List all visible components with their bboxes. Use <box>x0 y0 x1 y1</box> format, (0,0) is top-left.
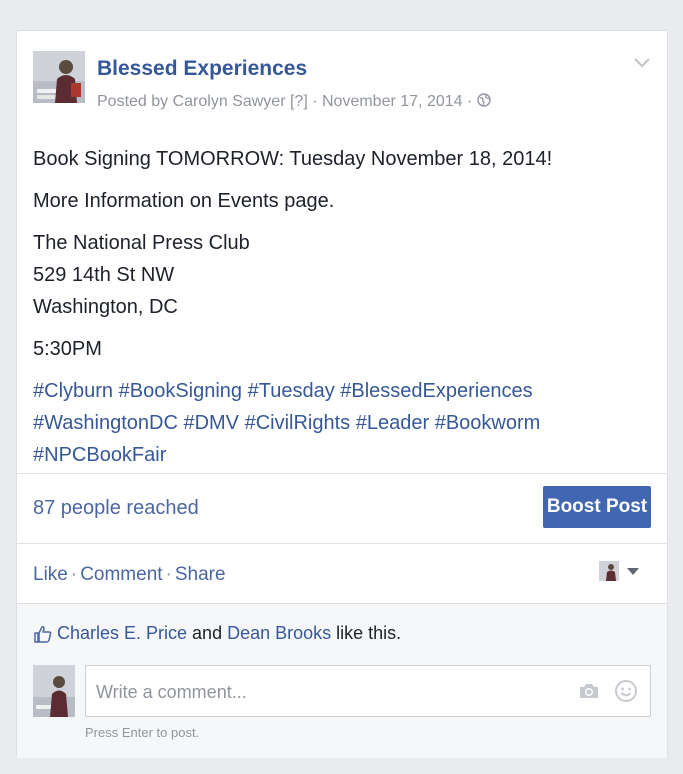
commenter-avatar <box>33 665 75 717</box>
chevron-down-icon[interactable] <box>633 57 651 69</box>
address-line: 529 14th St NW <box>33 264 175 286</box>
help-badge[interactable]: [?] <box>290 93 308 110</box>
hashtag-link[interactable]: #BlessedExperiences <box>340 380 532 402</box>
post-address: The National Press Club 529 14th St NW W… <box>33 227 653 323</box>
thumbs-up-icon <box>34 625 52 643</box>
hashtag-link[interactable]: #Bookworm <box>435 412 541 434</box>
hashtag-link[interactable]: #CivilRights <box>245 412 351 434</box>
page-name-link[interactable]: Blessed Experiences <box>97 57 307 81</box>
hashtag-link[interactable]: #WashingtonDC <box>33 412 178 434</box>
post-time: 5:30PM <box>33 338 102 360</box>
camera-icon[interactable] <box>578 680 600 702</box>
post-body: Book Signing TOMORROW: Tuesday November … <box>33 143 653 481</box>
post-card: Blessed Experiences Posted by Carolyn Sa… <box>16 30 668 758</box>
post-as-avatar <box>599 561 619 581</box>
hashtag-link[interactable]: #Leader <box>356 412 429 434</box>
caret-down-icon <box>627 567 639 575</box>
hashtag-link[interactable]: #DMV <box>183 412 239 434</box>
divider <box>17 603 667 604</box>
meta-separator: · <box>462 93 477 110</box>
share-link[interactable]: Share <box>175 564 226 585</box>
action-separator: · <box>165 564 172 585</box>
post-line: More Information on Events page. <box>33 190 335 212</box>
press-enter-hint: Press Enter to post. <box>85 725 200 740</box>
comments-section: Charles E. Price and Dean Brooks like th… <box>17 603 667 758</box>
page-avatar[interactable] <box>33 51 85 103</box>
top-strip <box>0 0 683 10</box>
post-date[interactable]: November 17, 2014 <box>322 93 463 110</box>
hashtag-link[interactable]: #NPCBookFair <box>33 444 166 466</box>
post-as-selector[interactable] <box>599 561 639 581</box>
post-meta: Posted by Carolyn Sawyer [?] · November … <box>97 93 491 111</box>
boost-post-button[interactable]: Boost Post <box>543 486 651 528</box>
liker-link[interactable]: Charles E. Price <box>57 623 187 644</box>
likes-summary: Charles E. Price and Dean Brooks like th… <box>33 623 401 644</box>
comment-input[interactable] <box>94 678 568 706</box>
reach-count[interactable]: 87 people reached <box>33 497 199 520</box>
hashtag-link[interactable]: #BookSigning <box>119 380 242 402</box>
liker-link[interactable]: Dean Brooks <box>227 623 331 644</box>
likes-suffix: like this. <box>331 623 402 643</box>
post-line: Book Signing TOMORROW: Tuesday November … <box>33 148 553 170</box>
hashtag-link[interactable]: #Clyburn <box>33 380 113 402</box>
comment-link[interactable]: Comment <box>80 564 162 585</box>
comment-composer <box>85 665 651 717</box>
posted-by[interactable]: Posted by Carolyn Sawyer <box>97 93 286 110</box>
address-line: Washington, DC <box>33 296 178 318</box>
post-actions: Like · Comment · Share <box>33 564 226 586</box>
meta-separator: · <box>307 93 322 110</box>
divider <box>17 543 667 544</box>
emoji-icon[interactable] <box>614 679 638 703</box>
globe-icon[interactable] <box>477 93 491 107</box>
hashtag-link[interactable]: #Tuesday <box>248 380 335 402</box>
like-link[interactable]: Like <box>33 564 68 585</box>
hashtag-list: #Clyburn #BookSigning #Tuesday #BlessedE… <box>33 375 653 471</box>
likes-and: and <box>187 623 228 643</box>
divider <box>17 473 667 474</box>
address-line: The National Press Club <box>33 232 250 254</box>
action-separator: · <box>70 564 78 585</box>
